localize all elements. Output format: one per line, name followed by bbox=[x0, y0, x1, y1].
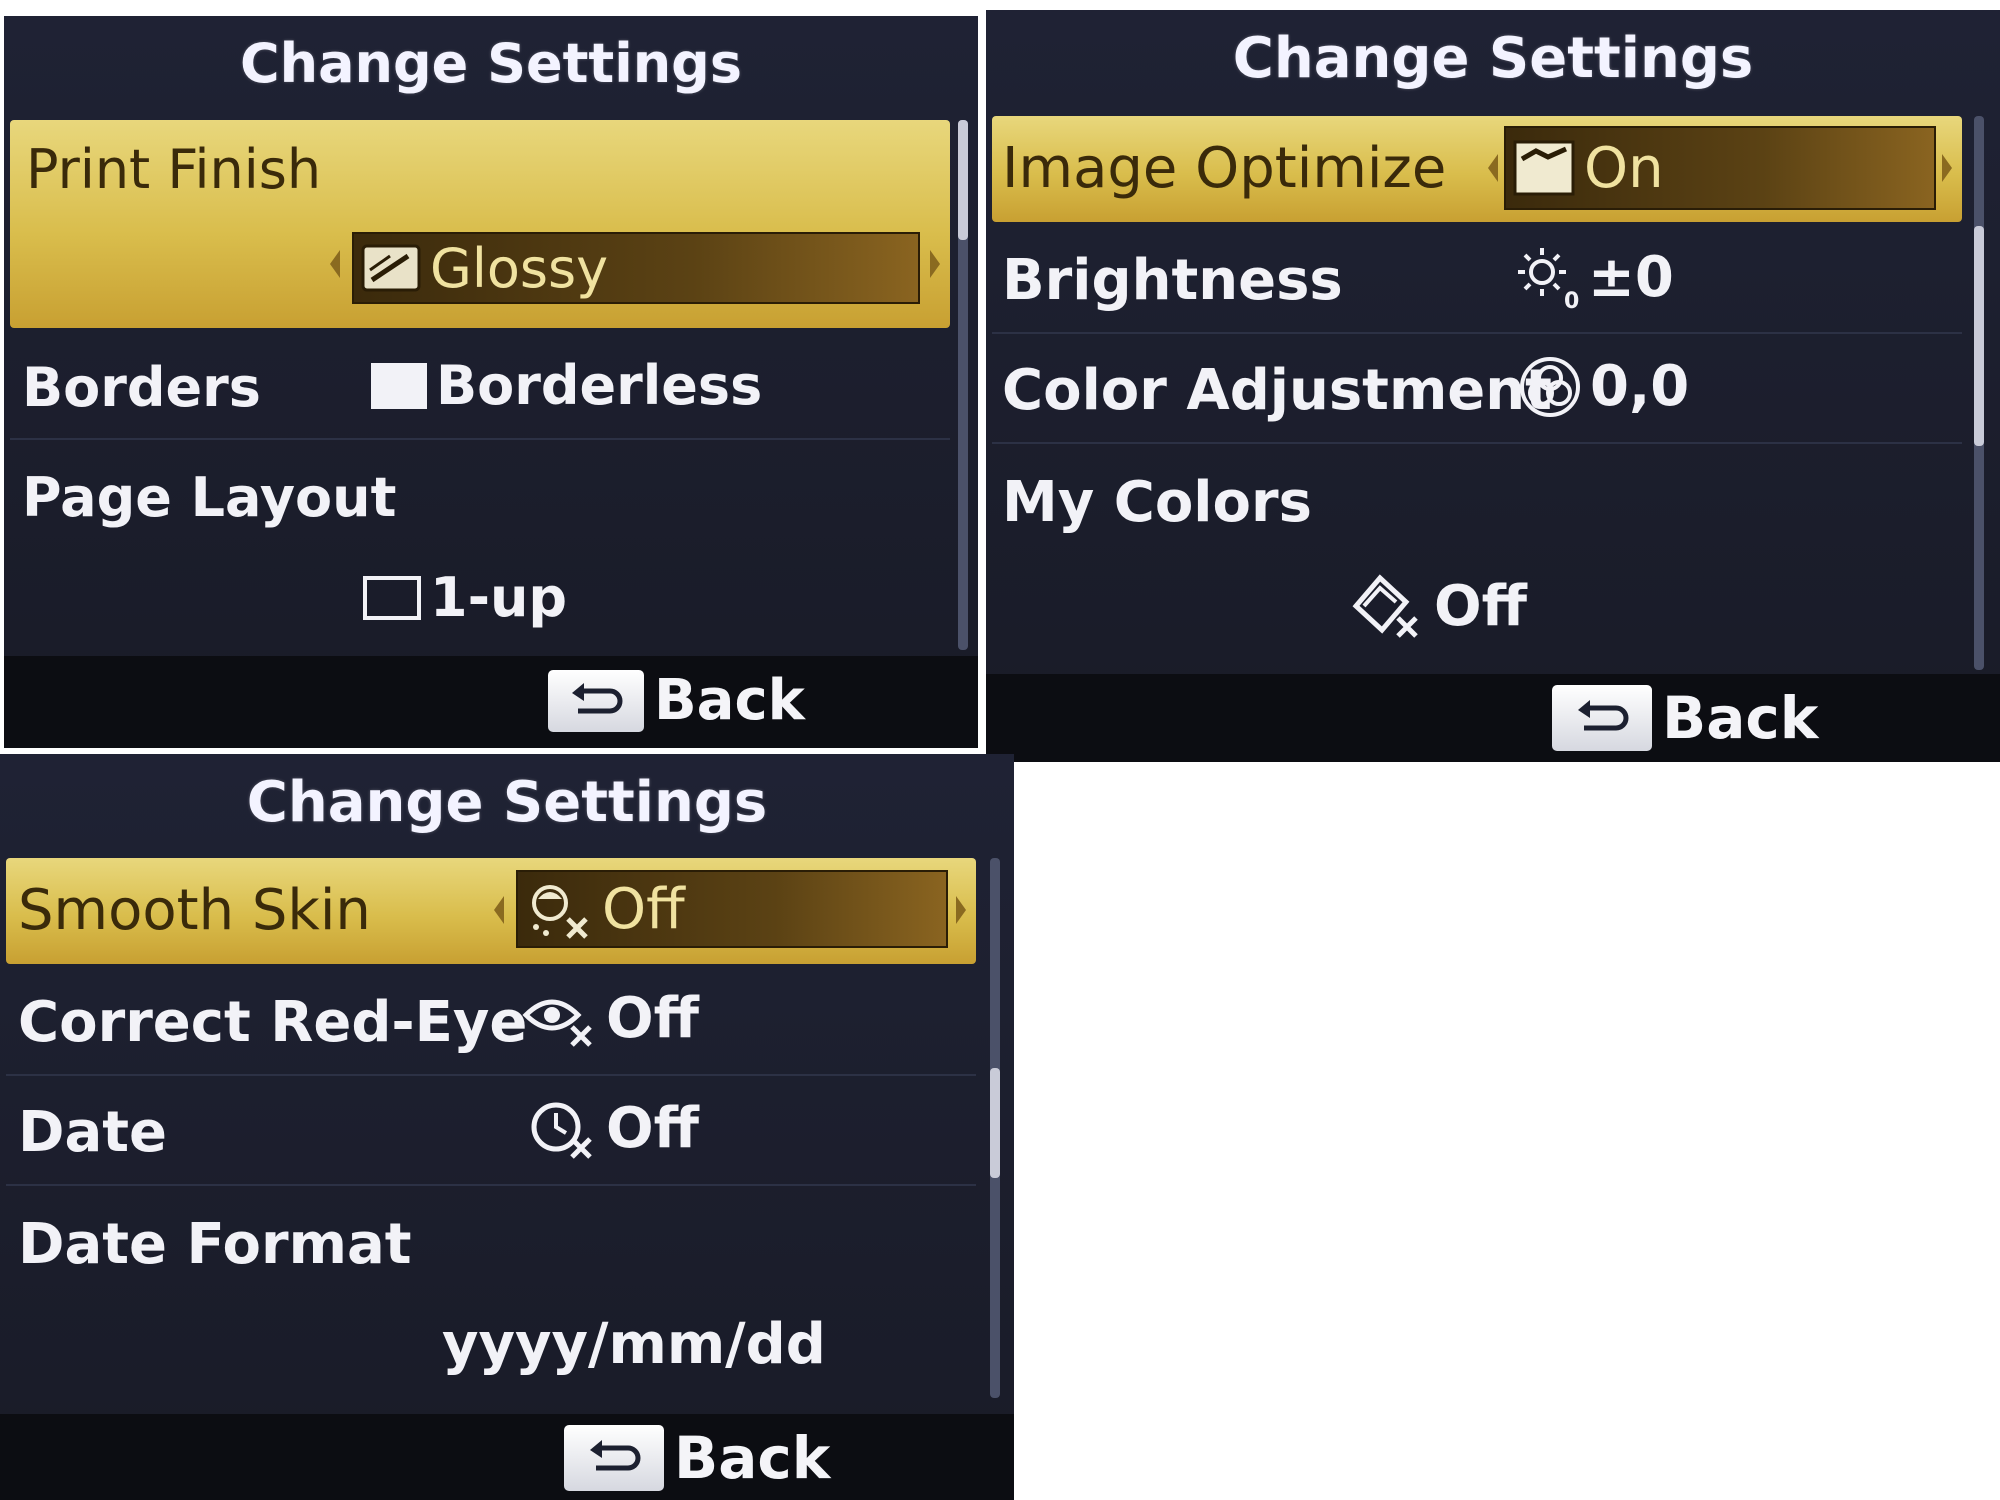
setting-value-group: 0 ±0 bbox=[1514, 244, 1674, 310]
setting-row-borders[interactable]: Borders Borderless bbox=[10, 336, 950, 440]
single-frame-icon bbox=[362, 575, 422, 621]
back-button[interactable]: Back bbox=[1552, 684, 1818, 752]
scroll-thumb[interactable] bbox=[1974, 226, 1984, 446]
footer-bar: Back bbox=[986, 674, 2000, 762]
setting-row-date[interactable]: Date Off bbox=[6, 1078, 976, 1186]
panel-title: Change Settings bbox=[246, 770, 768, 835]
setting-value: Borderless bbox=[436, 354, 763, 417]
footer-bar: Back bbox=[0, 1414, 1014, 1500]
setting-value: ±0 bbox=[1588, 244, 1674, 310]
red-eye-off-icon bbox=[522, 989, 598, 1049]
setting-label: My Colors bbox=[1002, 470, 1312, 535]
arrow-right-icon[interactable] bbox=[956, 896, 966, 924]
borderless-icon bbox=[370, 362, 428, 410]
setting-value: Off bbox=[606, 1096, 699, 1161]
back-label: Back bbox=[1662, 684, 1819, 752]
setting-label: Date bbox=[18, 1100, 168, 1165]
setting-row-page-layout[interactable]: Page Layout 1-up bbox=[10, 444, 950, 654]
setting-label: Page Layout bbox=[22, 466, 397, 529]
scrollbar[interactable] bbox=[958, 120, 968, 650]
arrow-left-icon[interactable] bbox=[330, 250, 340, 278]
setting-label: Borders bbox=[22, 356, 261, 419]
back-button[interactable]: Back bbox=[548, 668, 805, 733]
setting-row-brightness[interactable]: Brightness 0 ±0 bbox=[992, 226, 1962, 334]
setting-row-correct-red-eye[interactable]: Correct Red-Eye Off bbox=[6, 968, 976, 1076]
return-key-icon bbox=[548, 669, 644, 732]
smooth-skin-off-icon bbox=[524, 877, 594, 941]
setting-value-group: yyyy/mm/dd bbox=[442, 1312, 826, 1377]
setting-label: Brightness bbox=[1002, 248, 1343, 313]
setting-row-smooth-skin[interactable]: Smooth Skin Off bbox=[6, 858, 976, 964]
setting-row-print-finish[interactable]: Print Finish Glossy bbox=[10, 120, 950, 328]
panel-title: Change Settings bbox=[240, 32, 742, 95]
my-colors-off-icon bbox=[1350, 572, 1426, 640]
brightness-icon: 0 bbox=[1514, 244, 1580, 310]
svg-text:0: 0 bbox=[1564, 289, 1579, 310]
setting-row-color-adjustment[interactable]: Color Adjustment 0,0 bbox=[992, 336, 1962, 444]
scroll-thumb[interactable] bbox=[958, 120, 968, 240]
arrow-right-icon[interactable] bbox=[1942, 154, 1952, 182]
setting-row-my-colors[interactable]: My Colors Off bbox=[992, 446, 1962, 666]
setting-label: Color Adjustment bbox=[1002, 358, 1552, 423]
setting-label: Date Format bbox=[18, 1212, 412, 1277]
setting-value-group: Borderless bbox=[370, 354, 762, 417]
arrow-left-icon[interactable] bbox=[494, 896, 504, 924]
back-button[interactable]: Back bbox=[564, 1424, 830, 1492]
setting-value-group: Off bbox=[522, 986, 699, 1051]
return-key-icon bbox=[1552, 685, 1652, 751]
setting-label: Image Optimize bbox=[1002, 136, 1447, 201]
arrow-right-icon[interactable] bbox=[930, 250, 940, 278]
setting-value: Off bbox=[1434, 573, 1527, 639]
scrollbar[interactable] bbox=[990, 858, 1000, 1398]
settings-panel-correction: Change Settings Smooth Skin Off Correct … bbox=[0, 754, 1014, 1500]
settings-panel-image: Change Settings Image Optimize On Bright… bbox=[986, 10, 2000, 762]
settings-panel-print: Change Settings Print Finish Glossy Bord… bbox=[4, 16, 978, 748]
setting-value: yyyy/mm/dd bbox=[442, 1312, 826, 1377]
setting-value-box[interactable]: On bbox=[1504, 126, 1936, 210]
date-off-icon bbox=[528, 1097, 598, 1161]
image-optimize-icon bbox=[1512, 139, 1576, 197]
setting-value: Off bbox=[602, 876, 685, 942]
setting-value-group: 0,0 bbox=[1518, 354, 1689, 419]
setting-row-image-optimize[interactable]: Image Optimize On bbox=[992, 116, 1962, 222]
setting-value-group: Off bbox=[528, 1096, 699, 1161]
arrow-left-icon[interactable] bbox=[1488, 154, 1498, 182]
setting-value-group: 1-up bbox=[362, 566, 567, 629]
panel-title: Change Settings bbox=[1232, 26, 1754, 91]
footer-bar: Back bbox=[4, 656, 978, 748]
setting-label: Correct Red-Eye bbox=[18, 990, 528, 1055]
setting-value: On bbox=[1584, 135, 1664, 201]
setting-row-date-format[interactable]: Date Format yyyy/mm/dd bbox=[6, 1188, 976, 1402]
setting-label: Print Finish bbox=[26, 138, 322, 201]
return-key-icon bbox=[564, 1425, 664, 1491]
back-label: Back bbox=[674, 1424, 831, 1492]
glossy-paper-icon bbox=[360, 240, 422, 296]
setting-value: 0,0 bbox=[1590, 354, 1690, 419]
setting-value-group: Off bbox=[1350, 572, 1527, 640]
color-adjust-icon bbox=[1518, 356, 1582, 418]
setting-value: Off bbox=[606, 986, 699, 1051]
setting-value: Glossy bbox=[430, 236, 609, 300]
setting-value-box[interactable]: Off bbox=[516, 870, 948, 948]
setting-value-box[interactable]: Glossy bbox=[352, 232, 920, 304]
scrollbar[interactable] bbox=[1974, 116, 1984, 670]
back-label: Back bbox=[654, 668, 805, 733]
setting-label: Smooth Skin bbox=[18, 878, 371, 943]
setting-value: 1-up bbox=[430, 566, 568, 629]
scroll-thumb[interactable] bbox=[990, 1068, 1000, 1178]
